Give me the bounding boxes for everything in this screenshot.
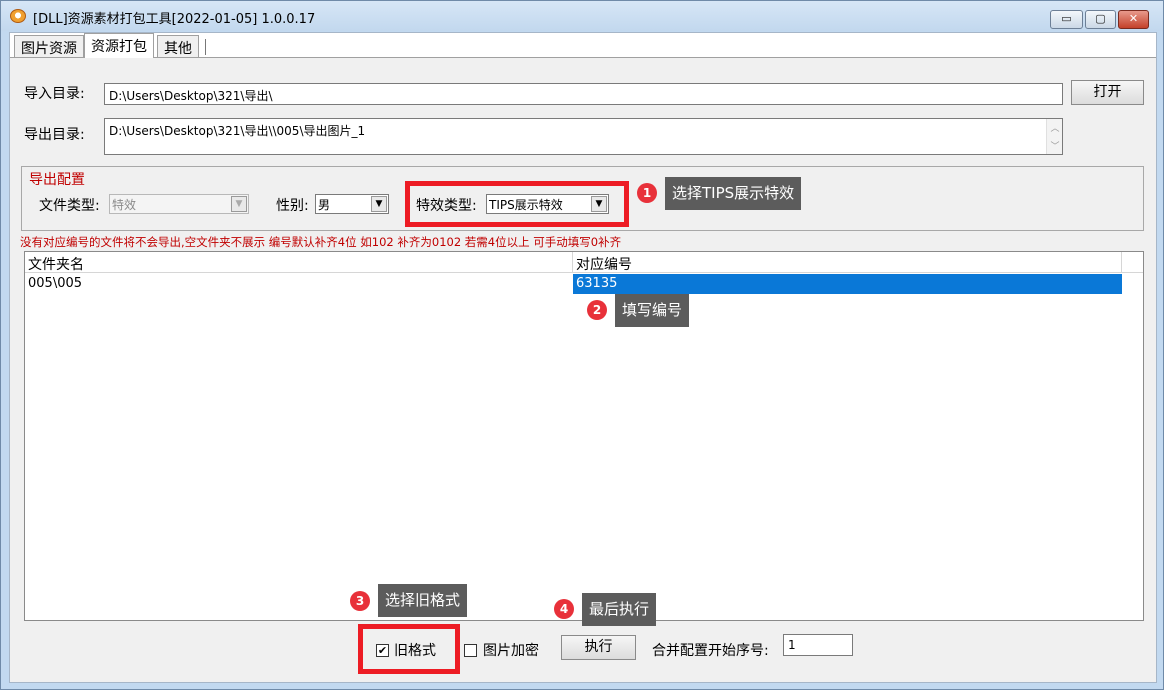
annotation-callout-2: 填写编号 — [615, 294, 690, 327]
merge-start-input[interactable]: 1 — [783, 634, 853, 656]
annotation-number-4: 4 — [554, 599, 574, 619]
annotation-number-2: 2 — [587, 300, 607, 320]
tab-resource-packing[interactable]: 资源打包 — [84, 33, 154, 58]
gender-value: 男 — [318, 198, 331, 212]
merge-start-label: 合并配置开始序号: — [652, 643, 769, 659]
app-window: [DLL]资源素材打包工具[2022-01-05] 1.0.0.17 ▭ ▢ ✕… — [0, 0, 1164, 690]
number-cell[interactable]: 63135 — [573, 274, 1122, 294]
folder-name-cell[interactable]: 005\005 — [25, 274, 573, 294]
annotation-highlight-effect-type — [405, 181, 629, 227]
table-header: 文件夹名 对应编号 — [25, 252, 1143, 273]
table-row[interactable]: 005\005 63135 — [25, 274, 1122, 294]
tab-strip: 图片资源 资源打包 其他 — [10, 33, 1156, 58]
minimize-button[interactable]: ▭ — [1050, 10, 1083, 29]
import-dir-input[interactable]: D:\Users\Desktop\321\导出\ — [104, 83, 1063, 105]
tab-separator — [205, 39, 206, 55]
mapping-table[interactable]: 文件夹名 对应编号 005\005 63135 — [24, 251, 1144, 621]
tab-other[interactable]: 其他 — [157, 35, 199, 57]
annotation-number-3: 3 — [350, 591, 370, 611]
gender-label: 性别: — [276, 198, 309, 214]
packing-panel: 导入目录: D:\Users\Desktop\321\导出\ 打开 导出目录: … — [10, 57, 1156, 682]
maximize-button[interactable]: ▢ — [1085, 10, 1116, 29]
export-config-title: 导出配置 — [27, 169, 87, 189]
app-icon — [10, 9, 26, 23]
export-dir-value: D:\Users\Desktop\321\导出\\005\导出图片_1 — [109, 124, 366, 138]
export-dir-input[interactable]: D:\Users\Desktop\321\导出\\005\导出图片_1 ︿ ﹀ — [104, 118, 1063, 155]
title-bar[interactable]: [DLL]资源素材打包工具[2022-01-05] 1.0.0.17 ▭ ▢ ✕ — [1, 1, 1163, 31]
chevron-down-icon: ▼ — [371, 196, 387, 212]
column-number[interactable]: 对应编号 — [573, 252, 1122, 273]
gender-select[interactable]: 男 ▼ — [315, 194, 389, 214]
annotation-callout-4: 最后执行 — [582, 593, 657, 626]
file-type-select[interactable]: 特效 ▼ — [109, 194, 249, 214]
file-type-label: 文件类型: — [39, 198, 100, 214]
tab-image-resources[interactable]: 图片资源 — [14, 35, 84, 57]
annotation-callout-3: 选择旧格式 — [378, 584, 468, 617]
export-dir-label: 导出目录: — [24, 127, 85, 143]
scroll-up-icon[interactable]: ︿ — [1047, 121, 1062, 134]
encrypt-label[interactable]: 图片加密 — [483, 640, 539, 660]
client-area: 图片资源 资源打包 其他 导入目录: D:\Users\Desktop\321\… — [9, 32, 1157, 683]
open-button[interactable]: 打开 — [1071, 80, 1144, 105]
encrypt-checkbox[interactable] — [464, 644, 477, 657]
window-title: [DLL]资源素材打包工具[2022-01-05] 1.0.0.17 — [33, 12, 316, 27]
scroll-down-icon[interactable]: ﹀ — [1047, 139, 1062, 152]
close-button[interactable]: ✕ — [1118, 10, 1149, 29]
column-folder-name[interactable]: 文件夹名 — [25, 252, 573, 273]
export-dir-scrollbar[interactable]: ︿ ﹀ — [1046, 119, 1062, 154]
chevron-down-icon: ▼ — [231, 196, 247, 212]
file-type-value: 特效 — [112, 198, 137, 212]
annotation-number-1: 1 — [637, 183, 657, 203]
import-dir-label: 导入目录: — [24, 86, 85, 102]
execute-button[interactable]: 执行 — [561, 635, 636, 660]
hint-text: 没有对应编号的文件将不会导出,空文件夹不展示 编号默认补齐4位 如102 补齐为… — [20, 235, 622, 249]
annotation-highlight-old-format — [358, 624, 460, 674]
annotation-callout-1: 选择TIPS展示特效 — [665, 177, 802, 210]
